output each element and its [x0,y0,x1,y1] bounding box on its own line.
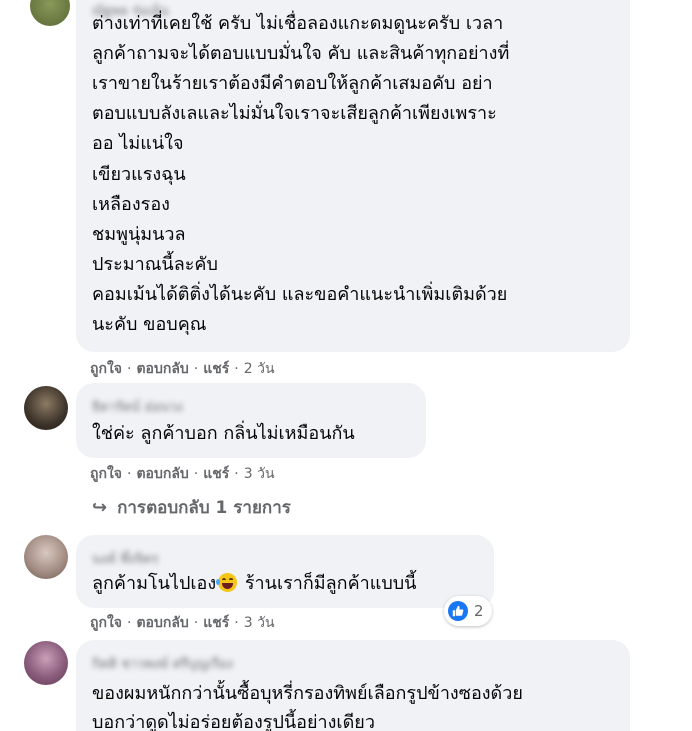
reaction-summary[interactable]: 2 [444,596,492,626]
reply-link[interactable]: ตอบกลับ [136,466,188,482]
avatar[interactable] [30,0,70,26]
comment-text-line: ใช่ค่ะ ลูกค้าบอก กลิ่นไม่เหมือนกัน [92,423,355,444]
comment-text-line: ประมาณนี้ละคับ [92,254,218,275]
comment-text-line: ต่างเท่าที่เคยใช้ ครับ ไม่เชื่อลองแกะดมด… [92,13,504,34]
view-replies-label: การตอบกลับ 1 รายการ [117,498,291,518]
comment-text: ร้านเราก็มีลูกค้าแบบนี้ [239,573,417,594]
reply-arrow-icon: ↪ [92,497,108,518]
comment-text-line: ออ ไม่แน่ใจ [92,133,184,154]
comment-bubble: กิตติ ชาวพงษ์ ศรีบุญเรือง ของผมหนักกว่าน… [76,640,630,731]
comment-author[interactable]: นงค์ พึ่งจิตร [92,548,158,569]
comment-text-line: เหลืองรอง [92,194,170,215]
comment-actions: ถูกใจ · ตอบกลับ · แชร์ · 2 วัน [90,361,275,377]
comment-text-line: เขียวแรงฉุน [92,164,186,185]
like-link[interactable]: ถูกใจ [90,361,122,377]
comment-text-line: ของผมหนักกว่านั้นซื้อบุหรี่กรองทิพย์เลือ… [92,683,523,704]
view-replies-link[interactable]: ↪ การตอบกลับ 1 รายการ [92,494,291,521]
comment-text-line: ลูกค้าถามจะได้ตอบแบบมั่นใจ คับ และสินค้า… [92,43,510,64]
comment-text-line: นะคับ ขอบคุณ [92,314,207,335]
reply-link[interactable]: ตอบกลับ [136,361,188,377]
avatar[interactable] [24,641,68,685]
like-link[interactable]: ถูกใจ [90,466,122,482]
comment-actions: ถูกใจ · ตอบกลับ · แชร์ · 3 วัน [90,615,275,631]
like-thumb-icon [448,601,468,621]
comment-timestamp[interactable]: 2 วัน [244,361,275,377]
avatar[interactable] [24,535,68,579]
reaction-count: 2 [474,602,484,620]
comment-text-line: เราขายในร้ายเราต้องมีคำตอบให้ลูกค้าเสมอค… [92,73,493,94]
comment-timestamp[interactable]: 3 วัน [244,466,275,482]
reply-link[interactable]: ตอบกลับ [136,615,188,631]
comment-author[interactable]: กิตติ ชาวพงษ์ ศรีบุญเรือง [92,653,233,674]
comment-text-line: ลูกค้ามโนไปเอง ร้านเราก็มีลูกค้าแบบนี้ [92,569,416,599]
share-link[interactable]: แชร์ [203,466,229,482]
comment-bubble: ธิดารัตน์ อ่อนวง ใช่ค่ะ ลูกค้าบอก กลิ่นไ… [76,383,426,458]
comment-text: ลูกค้ามโนไปเอง [92,573,217,594]
comment-text-line: คอมเม้นได้ติติ่งได้นะคับ และขอคำแนะนำเพิ… [92,284,508,305]
like-link[interactable]: ถูกใจ [90,615,122,631]
rofl-emoji-icon [216,573,238,592]
share-link[interactable]: แชร์ [203,361,229,377]
comment-text-line: ตอบแบบลังเลและไม่มั่นใจเราจะเสียลูกค้าเพ… [92,103,497,124]
comment-bubble: นงค์ พึ่งจิตร ลูกค้ามโนไปเอง ร้านเราก็มี… [76,535,494,608]
share-link[interactable]: แชร์ [203,615,229,631]
comment-text-line: บอกว่าดูดไม่อร่อยต้องรูปนี้อย่างเดียว [92,712,375,731]
avatar[interactable] [24,386,68,430]
comment-actions: ถูกใจ · ตอบกลับ · แชร์ · 3 วัน [90,466,275,482]
comment-timestamp[interactable]: 3 วัน [244,615,275,631]
comment-bubble: ณัฐพล ร่มเย็น ต่างเท่าที่เคยใช้ ครับ ไม่… [76,0,630,352]
comment-author[interactable]: ธิดารัตน์ อ่อนวง [92,396,183,417]
comment-text-line: ชมพูนุ่มนวล [92,224,186,245]
